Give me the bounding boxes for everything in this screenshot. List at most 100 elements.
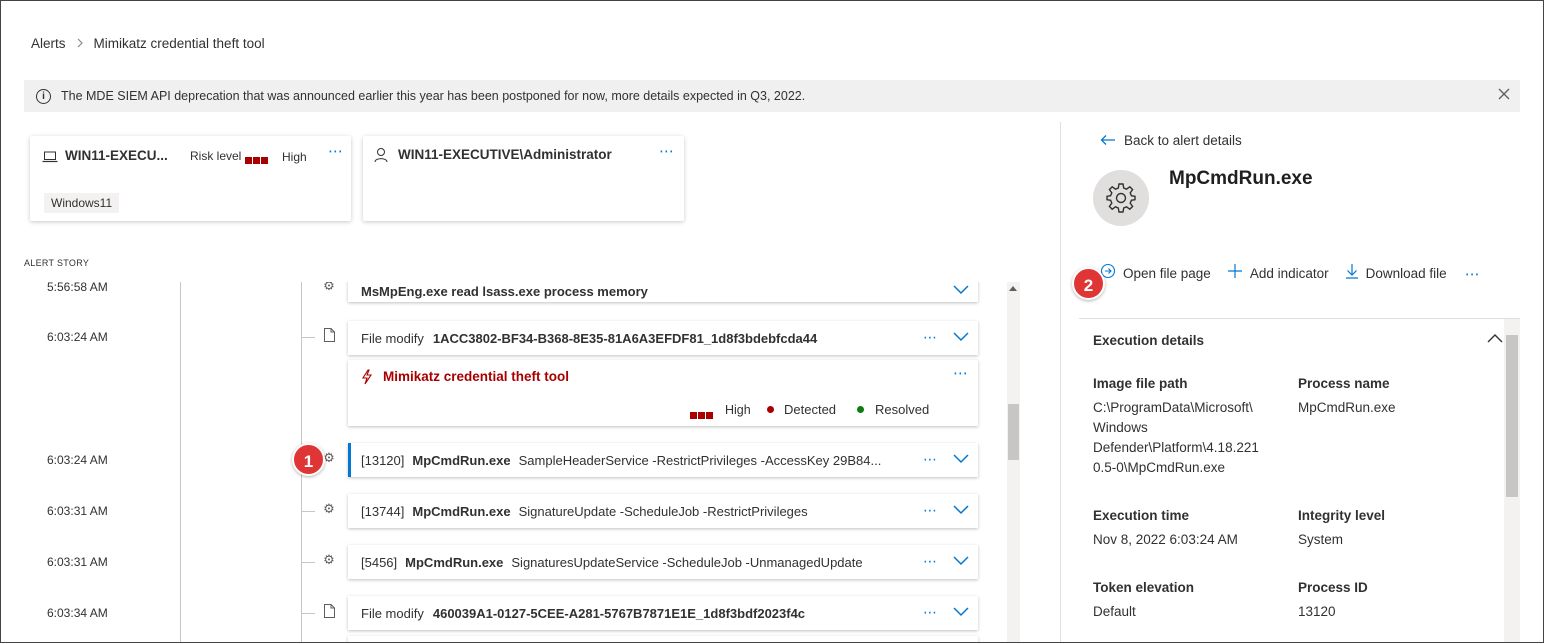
banner-text: The MDE SIEM API deprecation that was an… xyxy=(61,89,806,103)
event-row[interactable]: [13120] MpCmdRun.exe SampleHeaderService… xyxy=(348,443,978,477)
chevron-up-icon[interactable] xyxy=(1487,332,1503,344)
alert-story-timeline: 5:56:58 AM ⚙ MsMpEng.exe read lsass.exe … xyxy=(24,282,1020,642)
detected-dot xyxy=(767,406,774,413)
event-args: SignatureUpdate -ScheduleJob -RestrictPr… xyxy=(518,503,808,519)
event-label: File modify xyxy=(361,605,424,621)
integrity-level-label: Integrity level xyxy=(1298,508,1386,523)
event-pid: [13120] xyxy=(361,452,405,468)
event-title: 1ACC3802-BF34-B368-8E35-81A6A3EFDF81_1d8… xyxy=(432,330,818,346)
event-title: 460039A1-0127-5CEE-A281-5767B7871E1E_1d8… xyxy=(432,605,806,621)
execution-details-header[interactable]: Execution details xyxy=(1093,333,1204,348)
process-avatar xyxy=(1093,170,1149,226)
status-resolved: Resolved xyxy=(875,402,930,417)
user-more-button[interactable]: ⋯ xyxy=(659,142,675,160)
breadcrumb-separator xyxy=(76,37,84,51)
alert-more-button[interactable]: ⋯ xyxy=(953,364,969,382)
timeline-connector xyxy=(301,562,315,563)
image-path-line: 0.5-0\MpCmdRun.exe xyxy=(1093,460,1226,475)
event-more-button[interactable]: ⋯ xyxy=(923,329,938,346)
severity-value: High xyxy=(725,403,751,417)
event-more-button[interactable]: ⋯ xyxy=(923,502,938,519)
event-row[interactable]: [5456] MpCmdRun.exe SignaturesUpdateServ… xyxy=(348,545,978,579)
event-args: SampleHeaderService -RestrictPrivileges … xyxy=(518,452,882,468)
chevron-down-icon[interactable] xyxy=(953,555,969,567)
breadcrumb: Alerts Mimikatz credential theft tool xyxy=(31,36,265,51)
event-row[interactable] xyxy=(348,636,978,642)
user-card[interactable]: WIN11-EXECUTIVE\Administrator ⋯ xyxy=(363,136,684,221)
scroll-thumb[interactable] xyxy=(1506,335,1518,497)
token-elevation-value: Default xyxy=(1093,604,1136,619)
risk-level-bars xyxy=(245,152,269,167)
image-path-line: Windows xyxy=(1093,420,1148,435)
breadcrumb-current: Mimikatz credential theft tool xyxy=(93,36,265,51)
risk-level-label: Risk level xyxy=(190,149,242,163)
process-name-label: Process name xyxy=(1298,376,1390,391)
alert-title[interactable]: Mimikatz credential theft tool xyxy=(383,369,569,384)
scroll-thumb[interactable] xyxy=(1008,404,1019,460)
event-label: File modify xyxy=(361,330,424,346)
file-actions-toolbar: Open file page Add indicator Download fi… xyxy=(1100,263,1481,284)
file-icon xyxy=(322,604,336,620)
event-title: MpCmdRun.exe xyxy=(412,452,511,468)
gear-icon xyxy=(1106,183,1136,213)
chevron-down-icon[interactable] xyxy=(953,504,969,516)
chevron-down-icon[interactable] xyxy=(953,606,969,618)
arrow-left-icon xyxy=(1100,134,1116,148)
info-banner: i The MDE SIEM API deprecation that was … xyxy=(24,80,1520,112)
laptop-icon xyxy=(42,151,58,166)
timeline-connector xyxy=(301,511,315,512)
lightning-icon xyxy=(361,369,373,388)
image-path-label: Image file path xyxy=(1093,376,1188,391)
process-id-value: 13120 xyxy=(1298,604,1336,619)
event-row[interactable]: [13744] MpCmdRun.exe SignatureUpdate -Sc… xyxy=(348,494,978,528)
event-row[interactable]: File modify 1ACC3802-BF34-B368-8E35-81A6… xyxy=(348,321,978,355)
app-frame: Alerts Mimikatz credential theft tool i … xyxy=(0,0,1544,643)
scroll-up-arrow[interactable] xyxy=(1009,286,1017,291)
breadcrumb-alerts-link[interactable]: Alerts xyxy=(31,36,66,51)
file-title: MpCmdRun.exe xyxy=(1169,168,1313,189)
gear-icon: ⚙ xyxy=(323,501,335,516)
device-more-button[interactable]: ⋯ xyxy=(328,142,344,160)
download-icon xyxy=(1345,263,1359,284)
gear-icon: ⚙ xyxy=(323,282,335,293)
event-more-button[interactable]: ⋯ xyxy=(923,553,938,570)
callout-marker-2: 2 xyxy=(1072,267,1105,300)
event-args: SignaturesUpdateService -ScheduleJob -Un… xyxy=(511,554,863,570)
story-scrollbar[interactable] xyxy=(1007,282,1020,642)
download-file-button[interactable]: Download file xyxy=(1345,263,1447,284)
device-card[interactable]: WIN11-EXECU... Risk level High ⋯ Windows… xyxy=(30,136,351,221)
plus-icon xyxy=(1227,263,1243,284)
back-to-alert-link[interactable]: Back to alert details xyxy=(1100,133,1242,148)
chevron-down-icon[interactable] xyxy=(953,284,969,296)
event-more-button[interactable]: ⋯ xyxy=(923,604,938,621)
event-pid: [13744] xyxy=(361,503,405,519)
info-icon: i xyxy=(36,88,51,104)
token-elevation-label: Token elevation xyxy=(1093,580,1195,595)
event-row[interactable]: File modify 460039A1-0127-5CEE-A281-5767… xyxy=(348,596,978,630)
integrity-level-value: System xyxy=(1298,532,1344,547)
more-actions-button[interactable]: ⋯ xyxy=(1465,265,1481,283)
user-name[interactable]: WIN11-EXECUTIVE\Administrator xyxy=(398,147,612,162)
add-indicator-button[interactable]: Add indicator xyxy=(1227,263,1329,284)
event-title: MpCmdRun.exe xyxy=(405,554,504,570)
timeline-connector xyxy=(301,613,315,614)
device-name[interactable]: WIN11-EXECU... xyxy=(65,148,168,163)
chevron-down-icon[interactable] xyxy=(953,331,969,343)
event-more-button[interactable]: ⋯ xyxy=(923,451,938,468)
image-path-value: C:\ProgramData\Microsoft\ Windows Defend… xyxy=(1093,398,1283,478)
alert-card[interactable]: Mimikatz credential theft tool ⋯ High De… xyxy=(348,360,978,426)
event-time: 6:03:31 AM xyxy=(47,555,108,569)
chevron-down-icon[interactable] xyxy=(953,453,969,465)
event-row[interactable]: MsMpEng.exe read lsass.exe process memor… xyxy=(348,282,978,302)
status-detected: Detected xyxy=(784,402,837,417)
os-tag: Windows11 xyxy=(44,193,120,213)
event-title: MsMpEng.exe read lsass.exe process memor… xyxy=(361,283,648,299)
open-file-page-label: Open file page xyxy=(1123,266,1211,281)
details-scrollbar[interactable] xyxy=(1504,319,1520,642)
open-file-page-button[interactable]: Open file page xyxy=(1100,263,1211,284)
event-title: MpCmdRun.exe xyxy=(412,503,511,519)
alert-story-label: ALERT STORY xyxy=(24,258,90,268)
close-icon[interactable] xyxy=(1498,87,1510,105)
image-path-line: Defender\Platform\4.18.221 xyxy=(1093,440,1259,455)
severity-bars xyxy=(690,407,714,422)
